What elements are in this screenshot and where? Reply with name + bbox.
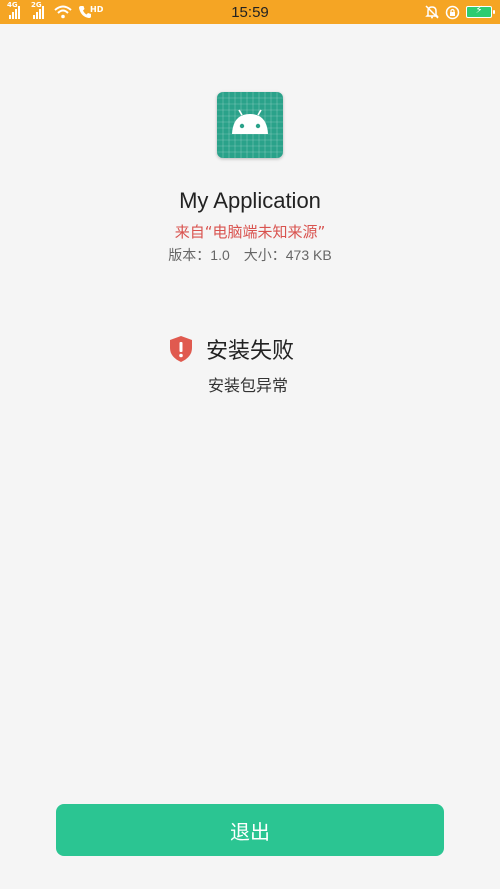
signal-4g-icon: 4G xyxy=(7,1,20,19)
app-version: 版本：1.0 xyxy=(168,247,230,263)
status-left-icons: 4G 2G HD xyxy=(7,1,103,19)
android-app-icon xyxy=(217,92,283,158)
app-source-label: 来自“电脑端未知来源” xyxy=(174,223,326,241)
alarm-off-icon xyxy=(425,5,439,19)
status-right-icons: ⚡ xyxy=(425,5,495,20)
signal-2g-icon: 2G xyxy=(31,1,44,19)
app-meta: 版本：1.0 大小：473 KB xyxy=(0,245,500,265)
status-bar: 4G 2G HD 15:59 ⚡ xyxy=(0,0,500,24)
install-result: 安装失败 xyxy=(168,333,294,365)
lock-rotation-icon xyxy=(445,5,460,20)
wifi-icon xyxy=(54,5,72,19)
battery-charging-icon: ⚡ xyxy=(466,5,495,18)
install-failed-title: 安装失败 xyxy=(206,339,295,364)
app-name: My Application xyxy=(179,188,321,213)
install-failed-reason: 安装包异常 xyxy=(208,376,289,395)
hd-label: HD xyxy=(90,4,104,14)
app-size: 大小：473 KB xyxy=(243,247,332,263)
network-1-label: 4G xyxy=(7,1,18,9)
hd-call-icon: HD xyxy=(78,5,103,19)
network-2-label: 2G xyxy=(31,1,42,9)
exit-button[interactable]: 退出 xyxy=(56,804,444,856)
shield-warning-icon xyxy=(168,335,194,363)
